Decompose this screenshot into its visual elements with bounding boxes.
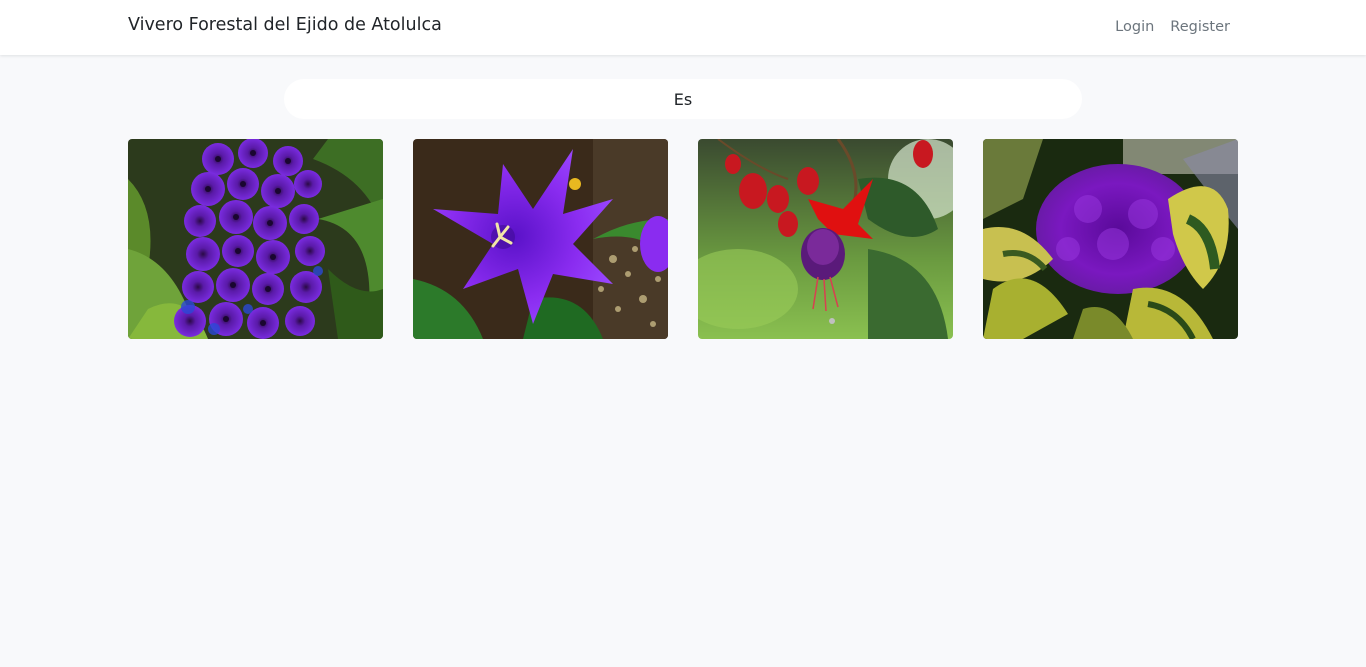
navbar: Vivero Forestal del Ejido de Atolulca Lo… <box>0 0 1366 55</box>
plant-image <box>698 139 953 339</box>
plant-card[interactable] <box>413 139 668 339</box>
plant-gallery <box>128 139 1238 339</box>
plant-card[interactable] <box>698 139 953 339</box>
login-link[interactable]: Login <box>1115 19 1154 35</box>
plant-image <box>128 139 383 339</box>
plant-image <box>413 139 668 339</box>
search-input[interactable] <box>284 79 1082 119</box>
brand-link[interactable]: Vivero Forestal del Ejido de Atolulca <box>128 15 442 35</box>
plant-image <box>983 139 1238 339</box>
register-link[interactable]: Register <box>1170 19 1230 35</box>
plant-card[interactable] <box>983 139 1238 339</box>
search-bar <box>284 79 1082 119</box>
plant-card[interactable] <box>128 139 383 339</box>
nav-links: Login Register <box>1115 19 1230 35</box>
